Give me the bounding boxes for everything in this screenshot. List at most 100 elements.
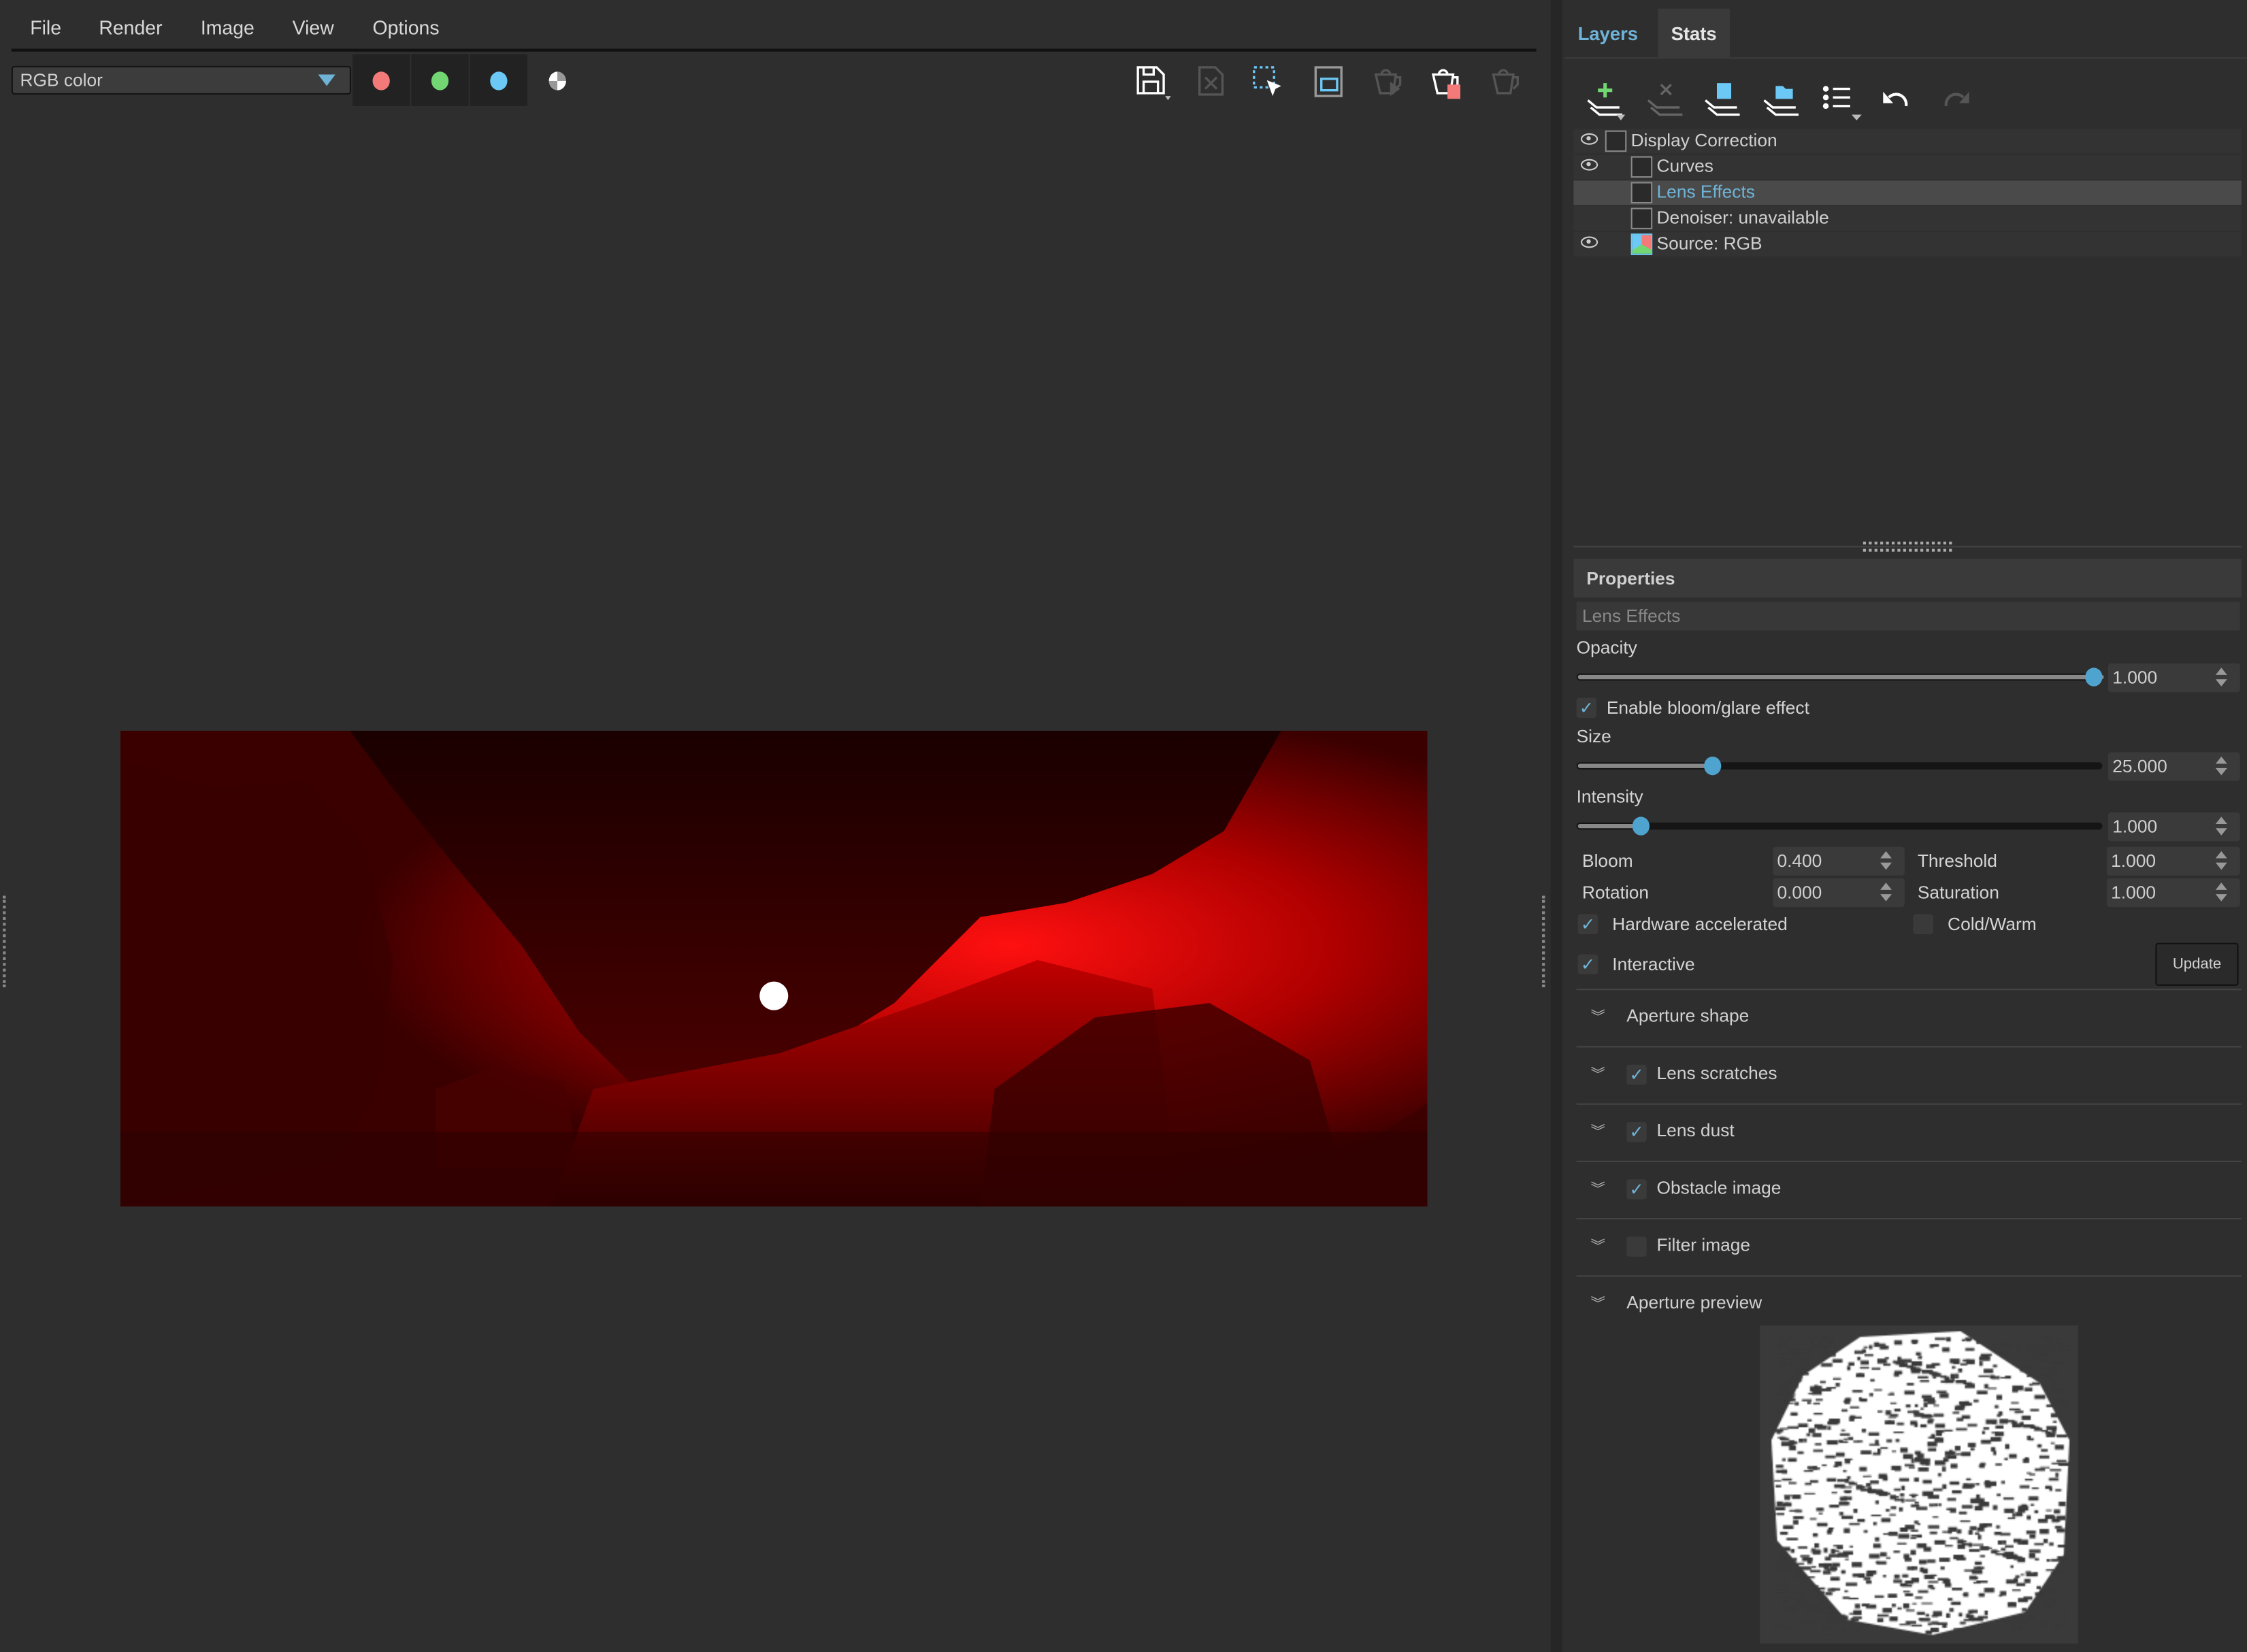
cold-warm-checkbox[interactable] [1913,914,1933,935]
layer-row[interactable]: Display Correction [1573,129,2242,154]
chevron-expand-icon[interactable]: ︾ [1591,1004,1605,1026]
render-pause-icon[interactable] [1486,63,1524,101]
section-label: Filter image [1656,1235,1751,1255]
chevron-expand-icon[interactable]: ︾ [1591,1119,1605,1140]
eye-icon[interactable] [1580,159,1598,171]
alpha-channel-button[interactable] [529,54,586,106]
threshold-spinbox[interactable]: 1.000 [2106,846,2240,876]
section-lens-dust[interactable]: ︾ ✓ Lens dust [1576,1103,2242,1161]
chevron-expand-icon[interactable]: ︾ [1591,1234,1605,1255]
viewport-splitter-handle[interactable] [1542,895,1546,988]
layer-name-field[interactable]: Lens Effects [1576,601,2240,631]
opacity-slider[interactable] [1576,667,2104,687]
menu-file[interactable]: File [30,17,61,39]
menu-image[interactable]: Image [201,17,255,39]
rotation-spinbox[interactable]: 0.000 [1773,878,1905,908]
intensity-spinbox[interactable]: 1.000 [2107,812,2240,842]
select-region-icon[interactable] [1249,63,1287,101]
spin-up-icon[interactable] [2215,756,2227,764]
red-dot-icon [372,71,390,90]
menu-options[interactable]: Options [373,17,440,39]
size-label: Size [1576,726,1611,747]
layer-label: Display Correction [1630,130,1777,151]
green-dot-icon [431,71,449,90]
interactive-label: Interactive [1612,954,1695,975]
cold-warm-label: Cold/Warm [1948,914,2037,935]
spin-up-icon[interactable] [2215,882,2227,890]
layer-row[interactable]: Source: RGB [1573,232,2242,257]
menu-render[interactable]: Render [99,17,162,39]
blue-channel-button[interactable] [470,54,528,106]
red-channel-button[interactable] [352,54,410,106]
layers-splitter-handle[interactable] [1863,542,1952,552]
section-checkbox[interactable]: ✓ [1626,1179,1647,1200]
section-obstacle-image[interactable]: ︾ ✓ Obstacle image [1576,1160,2242,1218]
section-checkbox[interactable]: ✓ [1626,1121,1647,1142]
spin-up-icon[interactable] [1880,850,1892,859]
slider-handle[interactable] [1703,756,1721,776]
eye-icon[interactable] [1580,133,1598,145]
spin-down-icon[interactable] [2215,894,2227,902]
interactive-checkbox[interactable]: ✓ [1577,954,1598,975]
bloom-spinbox[interactable]: 0.400 [1773,846,1905,876]
spin-up-icon[interactable] [2215,816,2227,824]
spin-down-icon[interactable] [2215,767,2227,776]
slider-handle[interactable] [2085,667,2103,687]
divider [11,48,1537,52]
spin-down-icon[interactable] [1880,862,1892,870]
add-layer-icon[interactable] [1585,80,1630,123]
crop-region-icon[interactable] [1310,63,1347,101]
hardware-accelerated-label: Hardware accelerated [1612,914,1788,935]
hardware-accelerated-checkbox[interactable]: ✓ [1577,914,1598,935]
redo-icon[interactable] [1937,83,1972,114]
update-button[interactable]: Update [2155,942,2239,986]
spin-up-icon[interactable] [2215,667,2227,675]
chevron-expand-icon[interactable]: ︾ [1591,1176,1605,1197]
section-checkbox[interactable]: ✓ [1626,1064,1647,1085]
green-channel-button[interactable] [411,54,469,106]
saturation-spinbox[interactable]: 1.000 [2106,878,2240,908]
layer-list-icon[interactable] [1820,80,1866,123]
spin-down-icon[interactable] [1880,894,1892,902]
intensity-value: 1.000 [2112,816,2158,837]
section-checkbox[interactable] [1626,1236,1647,1257]
render-viewport-image[interactable] [120,731,1428,1207]
save-layers-icon[interactable] [1703,80,1740,118]
save-icon[interactable] [1134,63,1171,101]
layer-label: Lens Effects [1656,182,1755,202]
intensity-slider[interactable] [1576,816,2103,836]
render-start-icon[interactable] [1368,63,1406,101]
layer-row[interactable]: Curves [1573,154,2242,180]
section-aperture-shape[interactable]: ︾ Aperture shape [1576,989,2242,1046]
enable-bloom-checkbox[interactable]: ✓ [1576,697,1597,718]
size-spinbox[interactable]: 25.000 [2107,752,2240,781]
layer-row[interactable]: Denoiser: unavailable [1573,206,2242,231]
section-lens-scratches[interactable]: ︾ ✓ Lens scratches [1576,1046,2242,1103]
slider-handle[interactable] [1632,816,1650,836]
panel-splitter[interactable] [1550,0,1562,1652]
left-splitter-handle[interactable] [3,895,7,988]
spin-up-icon[interactable] [1880,882,1892,890]
menu-view[interactable]: View [293,17,334,39]
spin-down-icon[interactable] [2215,862,2227,870]
render-stop-icon[interactable] [1428,63,1465,101]
chevron-expand-icon[interactable]: ︾ [1591,1291,1605,1312]
spin-down-icon[interactable] [2215,828,2227,836]
open-layers-icon[interactable] [1761,80,1799,118]
remove-layer-icon[interactable] [1645,80,1683,118]
opacity-spinbox[interactable]: 1.000 [2107,663,2240,693]
tab-stats[interactable]: Stats [1658,8,1730,58]
section-aperture-preview[interactable]: ︾ Aperture preview [1576,1275,2242,1332]
section-filter-image[interactable]: ︾ Filter image [1576,1218,2242,1275]
eye-icon[interactable] [1580,236,1598,248]
undo-icon[interactable] [1880,83,1915,114]
spin-up-icon[interactable] [2215,850,2227,859]
size-slider[interactable] [1576,756,2103,776]
chevron-expand-icon[interactable]: ︾ [1591,1062,1605,1083]
blue-dot-icon [490,71,508,90]
channel-select[interactable]: RGB color [11,65,351,95]
layer-row[interactable]: Lens Effects [1573,180,2242,205]
tab-layers[interactable]: Layers [1565,9,1651,58]
close-file-icon[interactable] [1192,63,1230,101]
spin-down-icon[interactable] [2215,679,2227,687]
